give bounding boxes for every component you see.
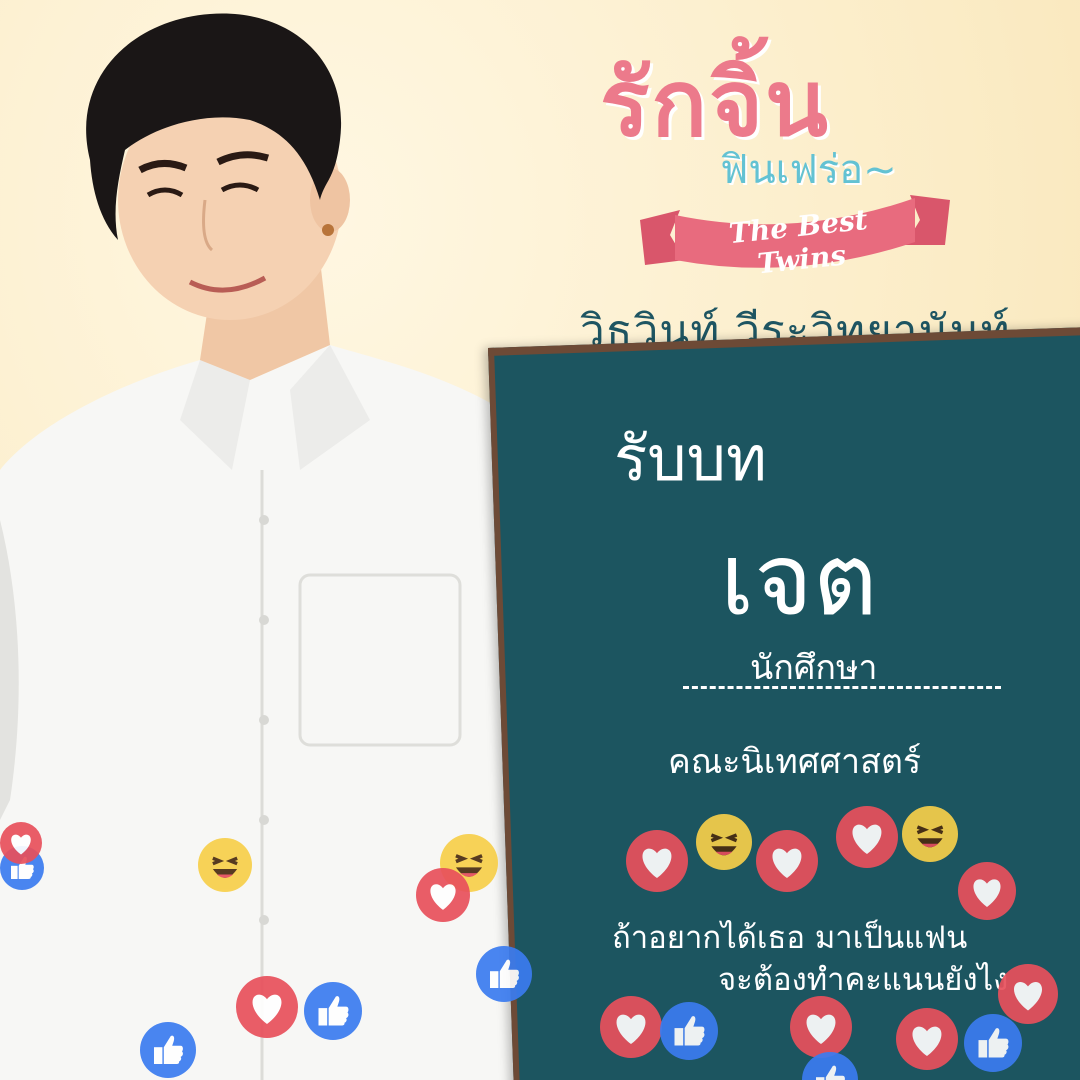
heart-reaction-icon — [756, 830, 818, 892]
poster: รักจิ้น ฟินเฟร่อ~ The Best Twins วิธวินท… — [0, 0, 1080, 1080]
dashed-divider — [683, 686, 1001, 689]
heart-reaction-icon — [416, 868, 470, 922]
heart-reaction-icon — [626, 830, 688, 892]
logo-title: รักจิ้น — [600, 50, 830, 157]
heart-reaction-icon — [790, 996, 852, 1058]
role-intro: รับบท — [614, 422, 767, 495]
like-reaction-icon — [802, 1052, 858, 1080]
caption-line-2: จะต้องทำคะแนนยังไง — [718, 962, 1009, 998]
heart-reaction-icon — [896, 1008, 958, 1070]
like-reaction-icon — [660, 1002, 718, 1060]
haha-reaction-icon — [198, 838, 252, 892]
heart-reaction-icon — [958, 862, 1016, 920]
heart-reaction-icon — [600, 996, 662, 1058]
haha-reaction-icon — [696, 814, 752, 870]
character-faculty: คณะนิเทศศาสตร์ — [668, 742, 922, 782]
character-name: เจต — [720, 521, 878, 638]
like-reaction-icon — [140, 1022, 196, 1078]
heart-reaction-icon — [236, 976, 298, 1038]
heart-reaction-icon — [0, 822, 42, 864]
heart-reaction-icon — [836, 806, 898, 868]
heart-reaction-icon — [998, 964, 1058, 1024]
like-reaction-icon — [476, 946, 532, 1002]
like-reaction-icon — [304, 982, 362, 1040]
haha-reaction-icon — [902, 806, 958, 862]
